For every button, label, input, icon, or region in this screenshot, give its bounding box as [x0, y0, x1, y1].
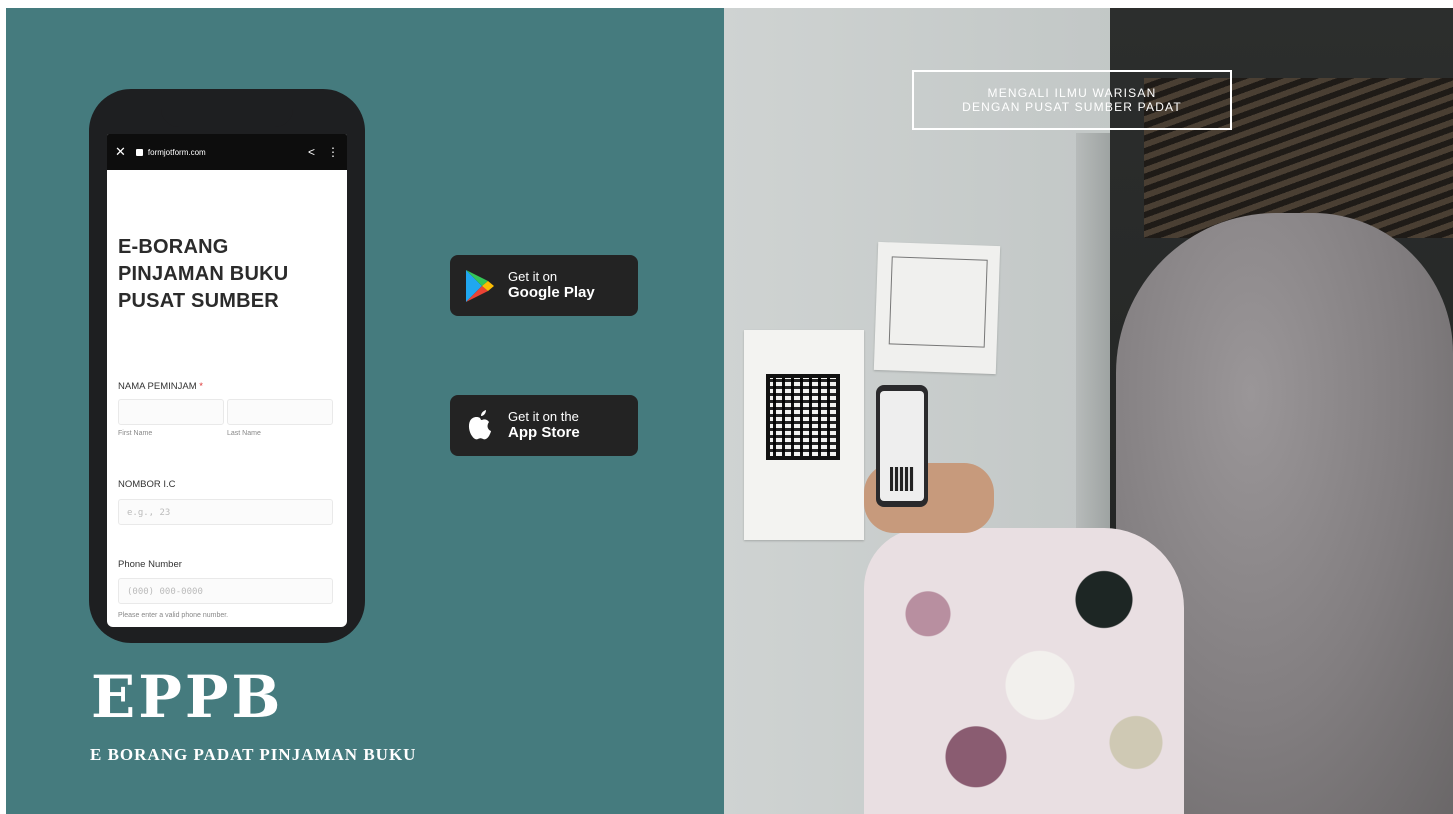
- floor-plan-poster: [873, 241, 1001, 375]
- handheld-phone-screen: [880, 391, 924, 501]
- form-title: E-BORANG PINJAMAN BUKU PUSAT SUMBER: [118, 236, 289, 312]
- google-play-icon: [466, 269, 494, 302]
- phone-screen: ✕ formjotform.com < ⋮ E-BORANG PINJAMAN …: [107, 134, 347, 627]
- last-name-input[interactable]: [227, 399, 333, 425]
- phone-notch: [161, 89, 293, 127]
- ic-field-label: NOMBOR I.C: [118, 479, 176, 490]
- first-name-input[interactable]: [118, 399, 224, 425]
- phone-mockup: ✕ formjotform.com < ⋮ E-BORANG PINJAMAN …: [89, 89, 365, 643]
- handheld-phone: [876, 385, 928, 507]
- name-label-text: NAMA PEMINJAM: [118, 381, 197, 392]
- more-icon[interactable]: ⋮: [327, 145, 339, 159]
- photo-panel: MENGALI ILMU WARISAN DENGAN PUSAT SUMBER…: [724, 8, 1453, 814]
- required-mark: *: [199, 381, 203, 392]
- google-play-big: Google Play: [508, 284, 595, 301]
- last-name-sublabel: Last Name: [227, 430, 261, 437]
- floor-plan-drawing: [888, 256, 988, 348]
- share-icon[interactable]: <: [308, 145, 315, 159]
- url-text[interactable]: formjotform.com: [148, 148, 296, 157]
- name-field-label: NAMA PEMINJAM *: [118, 381, 203, 392]
- phone-field-label: Phone Number: [118, 559, 182, 570]
- apple-icon: [468, 409, 491, 439]
- qr-poster: [744, 330, 864, 540]
- tagline-line-2: DENGAN PUSAT SUMBER PADAT: [962, 100, 1182, 114]
- brand-subtitle: E BORANG PADAT PINJAMAN BUKU: [90, 745, 417, 764]
- app-store-big: App Store: [508, 424, 580, 441]
- google-play-button[interactable]: Get it on Google Play: [450, 255, 638, 316]
- tagline-box: MENGALI ILMU WARISAN DENGAN PUSAT SUMBER…: [912, 70, 1232, 130]
- app-store-small: Get it on the: [508, 409, 579, 424]
- ic-input[interactable]: e.g., 23: [118, 499, 333, 525]
- brand-title: EPPB: [91, 663, 284, 731]
- close-icon[interactable]: ✕: [115, 144, 126, 160]
- google-play-small: Get it on: [508, 269, 558, 284]
- app-store-button[interactable]: Get it on the App Store: [450, 395, 638, 456]
- first-name-sublabel: First Name: [118, 430, 153, 437]
- person-shirt: [864, 528, 1184, 814]
- phone-input[interactable]: (000) 000-0000: [118, 578, 333, 604]
- phone-hint: Please enter a valid phone number.: [118, 612, 229, 619]
- lock-icon: [135, 148, 143, 156]
- qr-code-icon: [766, 374, 840, 460]
- left-panel: ✕ formjotform.com < ⋮ E-BORANG PINJAMAN …: [6, 8, 724, 814]
- browser-bar: ✕ formjotform.com < ⋮: [107, 134, 347, 170]
- tagline-line-1: MENGALI ILMU WARISAN: [987, 86, 1157, 100]
- mini-qr-icon: [890, 467, 914, 491]
